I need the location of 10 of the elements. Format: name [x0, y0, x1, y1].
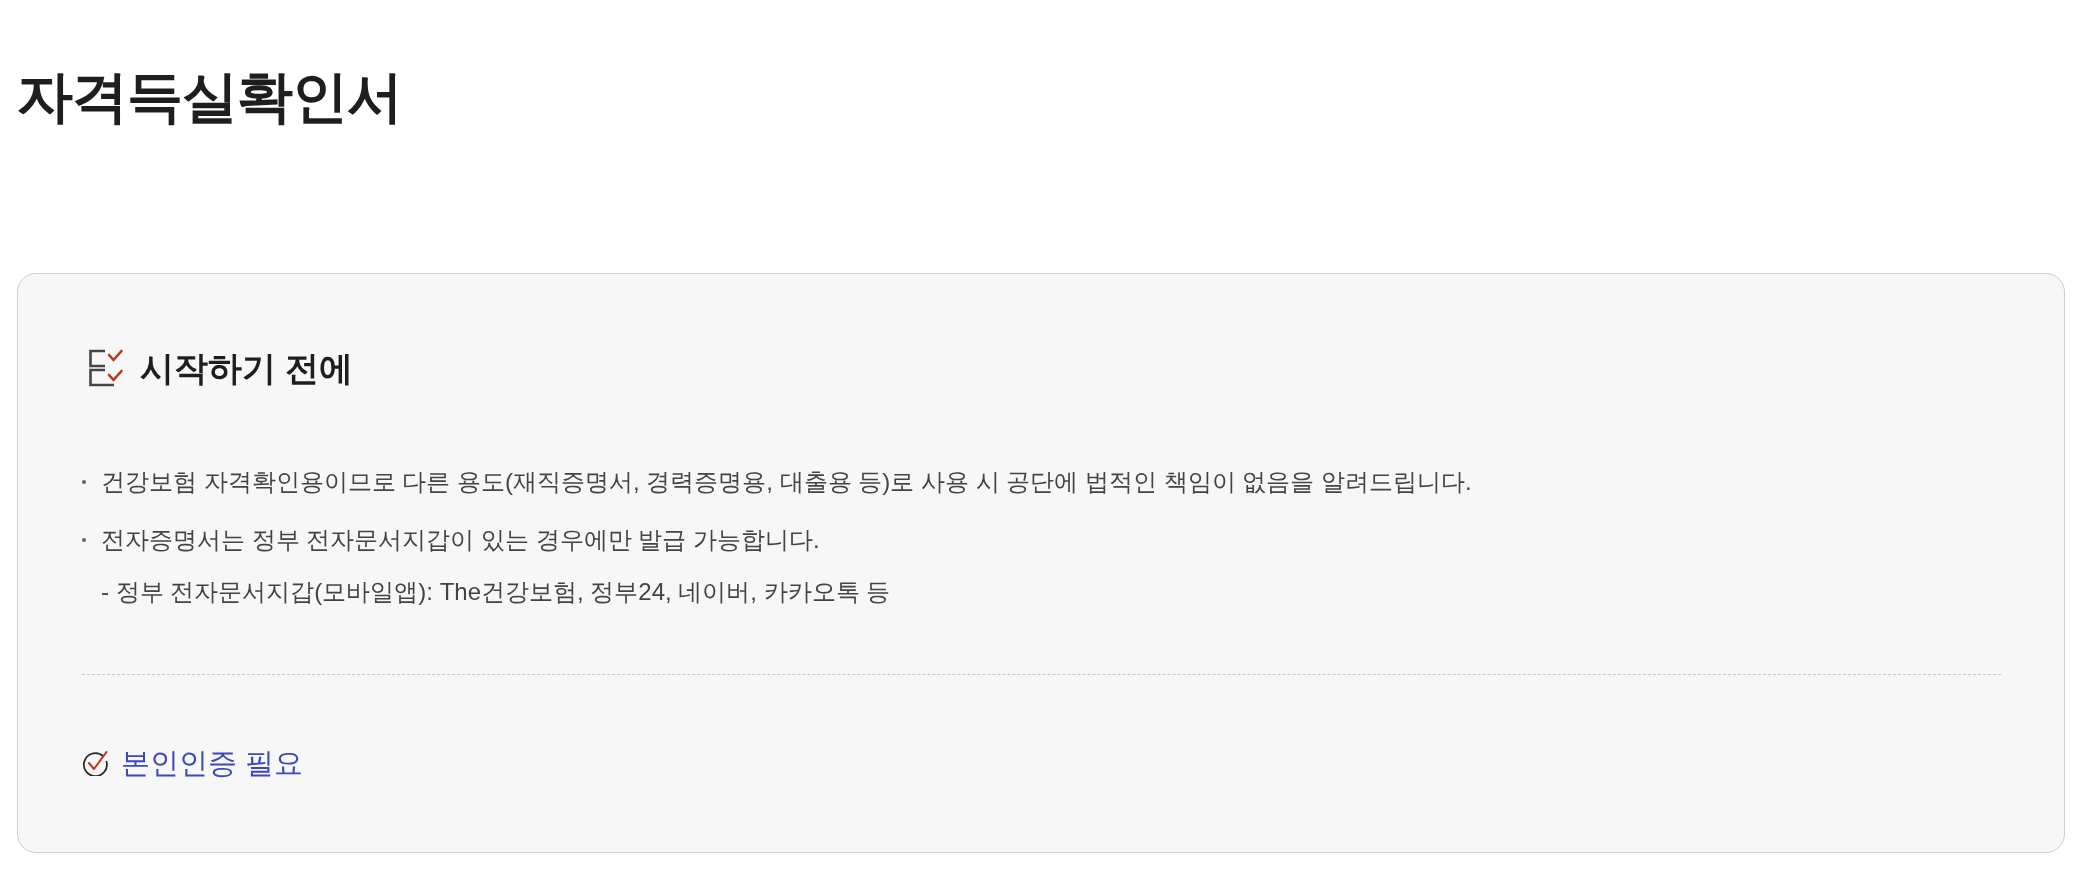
section-heading: 시작하기 전에 [140, 348, 354, 389]
checklist-icon [88, 349, 126, 387]
notice-text: 전자증명서는 정부 전자문서지갑이 있는 경우에만 발급 가능합니다. [101, 525, 820, 555]
notice-subtext: - 정부 전자문서지갑(모바일앱): The건강보험, 정부24, 네이버, 카카오톡 등 [101, 577, 891, 607]
auth-required-text: 본인인증 필요 [121, 746, 304, 781]
page-title: 자격득실확인서 [17, 64, 402, 130]
bullet-icon [82, 538, 86, 542]
notice-text: 건강보험 자격확인용이므로 다른 용도(재직증명서, 경력증명용, 대출용 등)로 사용 시 공단에 법적인 책임이 없음을 알려드립니다. [101, 467, 1472, 497]
bullet-icon [82, 480, 86, 484]
check-circle-icon [82, 750, 108, 776]
